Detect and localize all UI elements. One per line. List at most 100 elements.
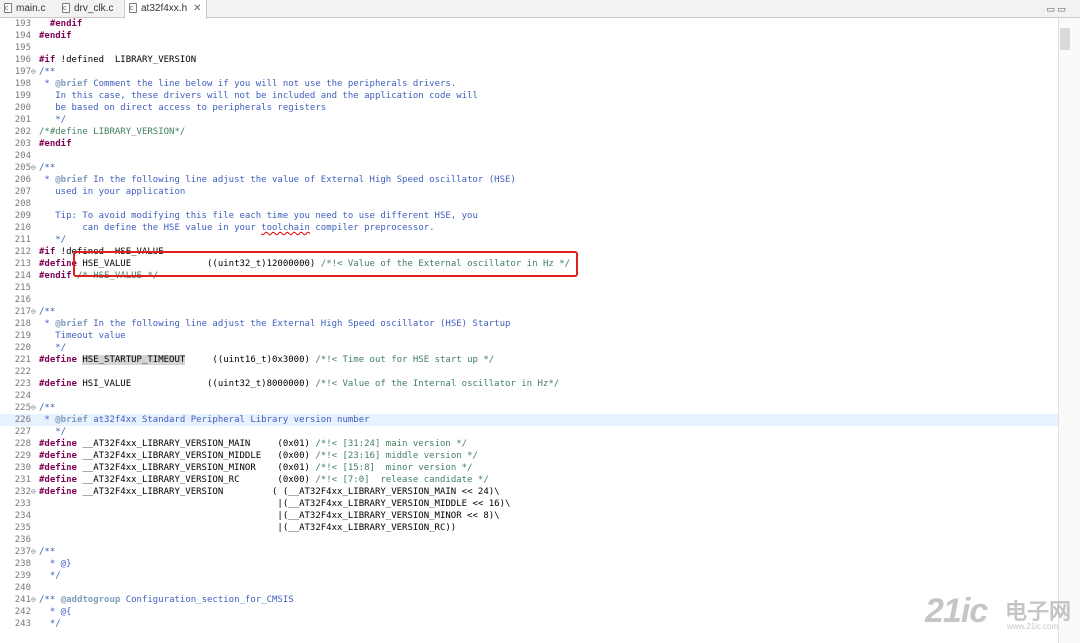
code-line[interactable]: 229 #define __AT32F4xx_LIBRARY_VERSION_MI… <box>0 450 1058 462</box>
code-text: be based on direct access to peripherals… <box>39 103 327 113</box>
code-line[interactable]: 240 <box>0 582 1058 594</box>
code-line[interactable]: 194 #endif <box>0 30 1058 42</box>
code-line[interactable]: 196 #if !defined LIBRARY_VERSION <box>0 54 1058 66</box>
fold-toggle-icon[interactable]: ⊖ <box>31 594 39 606</box>
code-line[interactable]: 234 |(__AT32F4xx_LIBRARY_VERSION_MINOR <… <box>0 510 1058 522</box>
code-line[interactable]: 230 #define __AT32F4xx_LIBRARY_VERSION_MI… <box>0 462 1058 474</box>
fold-toggle-icon[interactable]: ⊖ <box>31 486 39 498</box>
code-line[interactable]: 236 <box>0 534 1058 546</box>
code-line[interactable]: 210 can define the HSE value in your too… <box>0 222 1058 234</box>
code-line[interactable]: 225 ⊖/** <box>0 402 1058 414</box>
line-number: 195 <box>14 43 31 53</box>
line-number: 205 <box>14 163 31 173</box>
code-line[interactable]: 235 |(__AT32F4xx_LIBRARY_VERSION_RC)) <box>0 522 1058 534</box>
annotation-highlight-box <box>73 251 578 277</box>
fold-toggle-icon[interactable]: ⊖ <box>31 546 39 558</box>
code-line[interactable]: 233 |(__AT32F4xx_LIBRARY_VERSION_MIDDLE … <box>0 498 1058 510</box>
line-number: 194 <box>14 31 31 41</box>
code-line[interactable]: 221 #define HSE_STARTUP_TIMEOUT ((uint16_… <box>0 354 1058 366</box>
line-number: 236 <box>14 535 31 545</box>
code-line[interactable]: 206 * @brief In the following line adjus… <box>0 174 1058 186</box>
code-line[interactable]: 242 * @{ <box>0 606 1058 618</box>
code-text: * @{ <box>39 607 72 617</box>
code-line[interactable]: 199 In this case, these drivers will not… <box>0 90 1058 102</box>
code-line[interactable]: 198 * @brief Comment the line below if y… <box>0 78 1058 90</box>
tab-main-c[interactable]: main.c <box>4 0 45 18</box>
code-line[interactable]: 205 ⊖/** <box>0 162 1058 174</box>
code-text: #define __AT32F4xx_LIBRARY_VERSION_RC (0… <box>39 475 489 485</box>
fold-toggle-icon[interactable]: ⊖ <box>31 402 39 414</box>
watermark-logo: 21ic <box>925 592 988 630</box>
code-line[interactable]: 223 #define HSI_VALUE ((uint32_t)8000000)… <box>0 378 1058 390</box>
line-number: 207 <box>14 187 31 197</box>
code-text: #define __AT32F4xx_LIBRARY_VERSION_MAIN … <box>39 439 468 449</box>
code-line[interactable]: 218 * @brief In the following line adjus… <box>0 318 1058 330</box>
line-number: 243 <box>14 619 31 629</box>
fold-toggle-icon[interactable]: ⊖ <box>31 66 39 78</box>
code-line[interactable]: 237 ⊖/** <box>0 546 1058 558</box>
tab-drv-clk-c[interactable]: drv_clk.c <box>62 0 113 18</box>
fold-toggle-icon[interactable]: ⊖ <box>31 306 39 318</box>
code-text: #endif <box>39 139 72 149</box>
watermark-url: www.21ic.com <box>1007 622 1059 631</box>
line-number: 197 <box>14 67 31 77</box>
code-line[interactable]: 243 */ <box>0 618 1058 630</box>
code-line[interactable]: 197 ⊖/** <box>0 66 1058 78</box>
code-editor[interactable]: 193 #endif 194 #endif 195 196 #if !defined LI… <box>0 18 1058 643</box>
code-line[interactable]: 224 <box>0 390 1058 402</box>
scrollbar-thumb[interactable] <box>1060 28 1070 50</box>
code-line[interactable]: 203 #endif <box>0 138 1058 150</box>
line-number: 201 <box>14 115 31 125</box>
code-line[interactable]: 193 #endif <box>0 18 1058 30</box>
code-line[interactable]: 228 #define __AT32F4xx_LIBRARY_VERSION_MA… <box>0 438 1058 450</box>
code-text: */ <box>39 427 67 437</box>
line-number: 209 <box>14 211 31 221</box>
code-line[interactable]: 211 */ <box>0 234 1058 246</box>
tab-at32f4xx-h[interactable]: at32f4xx.h ✕ <box>124 0 207 19</box>
code-text: #define __AT32F4xx_LIBRARY_VERSION_MIDDL… <box>39 451 478 461</box>
code-line[interactable]: 220 */ <box>0 342 1058 354</box>
code-line[interactable]: 215 <box>0 282 1058 294</box>
line-number: 225 <box>14 403 31 413</box>
code-text: |(__AT32F4xx_LIBRARY_VERSION_RC)) <box>39 523 457 533</box>
code-line[interactable]: 207 used in your application <box>0 186 1058 198</box>
line-number: 198 <box>14 79 31 89</box>
window-controls[interactable]: ▭ ▭ <box>1046 0 1066 18</box>
code-text: #endif <box>39 31 72 41</box>
code-line[interactable]: 200 be based on direct access to periphe… <box>0 102 1058 114</box>
code-line[interactable]: 227 */ <box>0 426 1058 438</box>
code-line[interactable]: 239 */ <box>0 570 1058 582</box>
code-line[interactable]: 195 <box>0 42 1058 54</box>
close-icon[interactable]: ✕ <box>193 3 201 14</box>
code-line[interactable]: 226 * @brief at32f4xx Standard Periphera… <box>0 414 1058 426</box>
code-text: /** <box>39 403 56 413</box>
line-number: 220 <box>14 343 31 353</box>
code-line[interactable]: 204 <box>0 150 1058 162</box>
code-text: /** <box>39 163 56 173</box>
line-number: 200 <box>14 103 31 113</box>
code-line[interactable]: 217 ⊖/** <box>0 306 1058 318</box>
code-line[interactable]: 216 <box>0 294 1058 306</box>
code-line[interactable]: 209 Tip: To avoid modifying this file ea… <box>0 210 1058 222</box>
fold-toggle-icon[interactable]: ⊖ <box>31 162 39 174</box>
code-line[interactable]: 219 Timeout value <box>0 330 1058 342</box>
code-line[interactable]: 222 <box>0 366 1058 378</box>
code-text: used in your application <box>39 187 186 197</box>
code-line[interactable]: 232 ⊖ #define __AT32F4xx_LIBRARY_VERSION (… <box>0 486 1058 498</box>
code-text: /** @addtogroup Configuration_section_fo… <box>39 595 294 605</box>
code-line[interactable]: 241 ⊖/** @addtogroup Configuration_sectio… <box>0 594 1058 606</box>
code-line[interactable]: 201 */ <box>0 114 1058 126</box>
line-number: 206 <box>14 175 31 185</box>
code-line[interactable]: 208 <box>0 198 1058 210</box>
line-number: 231 <box>14 475 31 485</box>
code-line[interactable]: 238 * @} <box>0 558 1058 570</box>
code-line[interactable]: 202 /*#define LIBRARY_VERSION*/ <box>0 126 1058 138</box>
line-number: 203 <box>14 139 31 149</box>
code-line[interactable]: 231 #define __AT32F4xx_LIBRARY_VERSION_RC… <box>0 474 1058 486</box>
code-text: #define __AT32F4xx_LIBRARY_VERSION_MINOR… <box>39 463 473 473</box>
vertical-scrollbar[interactable] <box>1058 18 1080 643</box>
line-number: 210 <box>14 223 31 233</box>
line-number: 215 <box>14 283 31 293</box>
code-text: */ <box>39 115 67 125</box>
line-number: 228 <box>14 439 31 449</box>
